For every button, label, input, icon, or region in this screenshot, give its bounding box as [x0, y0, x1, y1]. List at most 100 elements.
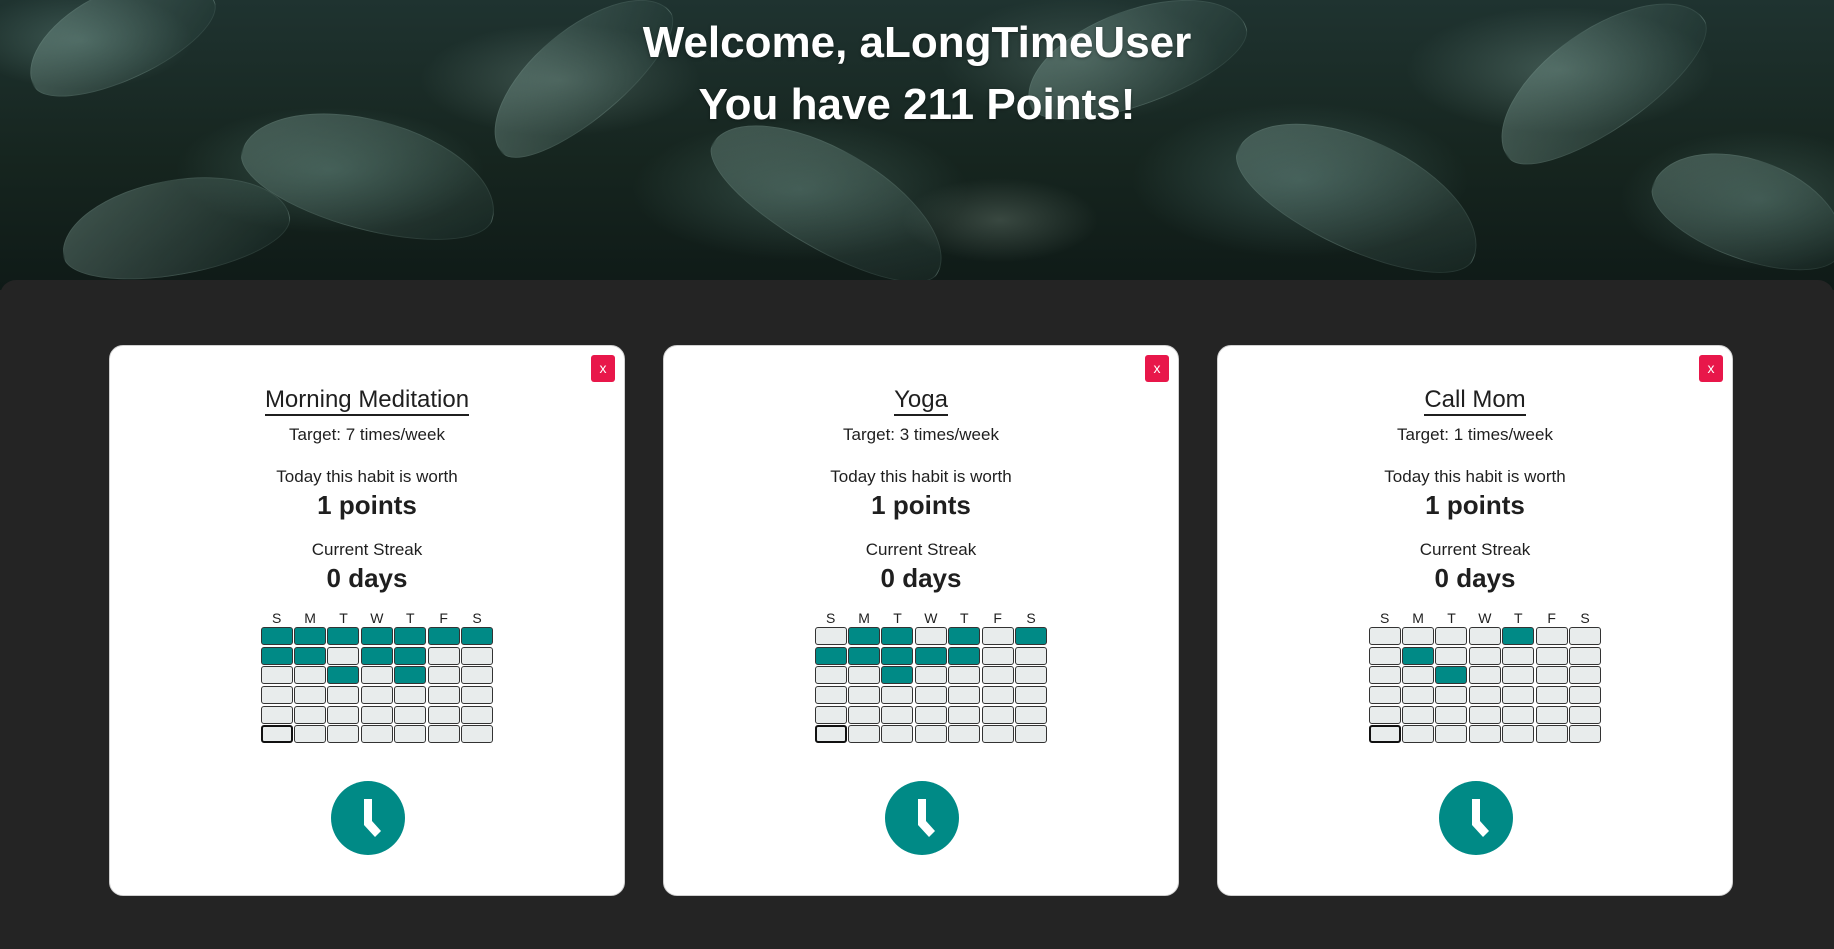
- calendar-day-cell[interactable]: [1435, 725, 1468, 744]
- calendar-day-cell[interactable]: [1468, 627, 1501, 645]
- calendar-day-cell[interactable]: [848, 627, 881, 645]
- calendar-day-cell[interactable]: [427, 627, 460, 645]
- calendar-day-cell[interactable]: [1568, 705, 1601, 724]
- calendar-day-cell[interactable]: [814, 646, 847, 665]
- calendar-day-cell[interactable]: [1014, 646, 1047, 665]
- calendar-day-cell[interactable]: [394, 646, 427, 665]
- calendar-day-cell[interactable]: [460, 646, 493, 665]
- calendar-day-cell[interactable]: [1402, 686, 1435, 705]
- calendar-day-cell[interactable]: [260, 666, 293, 685]
- calendar-day-cell[interactable]: [881, 627, 914, 645]
- calendar-day-cell[interactable]: [1468, 686, 1501, 705]
- calendar-day-cell[interactable]: [1502, 646, 1535, 665]
- calendar-day-cell[interactable]: [460, 725, 493, 744]
- calendar-day-cell[interactable]: [394, 686, 427, 705]
- calendar-day-cell[interactable]: [1502, 705, 1535, 724]
- calendar-day-cell[interactable]: [1535, 725, 1568, 744]
- calendar-day-cell[interactable]: [1468, 666, 1501, 685]
- calendar-day-cell[interactable]: [848, 725, 881, 744]
- calendar-day-cell[interactable]: [1402, 646, 1435, 665]
- calendar-day-cell[interactable]: [260, 627, 293, 645]
- checkin-button[interactable]: [331, 781, 405, 855]
- calendar-day-cell[interactable]: [881, 666, 914, 685]
- calendar-day-cell[interactable]: [981, 627, 1014, 645]
- calendar-day-cell[interactable]: [914, 725, 947, 744]
- calendar-day-cell[interactable]: [881, 705, 914, 724]
- calendar-day-cell[interactable]: [1535, 666, 1568, 685]
- calendar-day-cell[interactable]: [460, 705, 493, 724]
- calendar-day-cell[interactable]: [294, 686, 327, 705]
- delete-habit-button[interactable]: x: [1145, 355, 1169, 382]
- calendar-day-cell[interactable]: [1402, 627, 1435, 645]
- calendar-day-cell[interactable]: [881, 646, 914, 665]
- calendar-day-cell[interactable]: [1568, 646, 1601, 665]
- calendar-day-cell[interactable]: [327, 646, 360, 665]
- calendar-day-cell[interactable]: [981, 646, 1014, 665]
- calendar-day-cell[interactable]: [1568, 725, 1601, 744]
- calendar-day-cell[interactable]: [1535, 705, 1568, 724]
- calendar-day-cell[interactable]: [460, 627, 493, 645]
- checkin-button[interactable]: [885, 781, 959, 855]
- calendar-day-cell[interactable]: [848, 666, 881, 685]
- calendar-day-cell[interactable]: [1502, 627, 1535, 645]
- calendar-day-cell[interactable]: [327, 686, 360, 705]
- calendar-day-cell[interactable]: [394, 627, 427, 645]
- calendar-day-cell[interactable]: [848, 646, 881, 665]
- calendar-day-cell[interactable]: [814, 725, 847, 744]
- calendar-day-cell[interactable]: [948, 646, 981, 665]
- calendar-day-cell[interactable]: [1014, 725, 1047, 744]
- calendar-day-cell[interactable]: [260, 686, 293, 705]
- calendar-day-cell[interactable]: [1435, 705, 1468, 724]
- calendar-day-cell[interactable]: [260, 705, 293, 724]
- calendar-day-cell[interactable]: [1368, 646, 1401, 665]
- calendar-day-cell[interactable]: [1368, 666, 1401, 685]
- calendar-day-cell[interactable]: [1435, 627, 1468, 645]
- calendar-day-cell[interactable]: [460, 686, 493, 705]
- calendar-day-cell[interactable]: [914, 646, 947, 665]
- calendar-day-cell[interactable]: [981, 725, 1014, 744]
- calendar-day-cell[interactable]: [948, 627, 981, 645]
- calendar-day-cell[interactable]: [914, 627, 947, 645]
- calendar-day-cell[interactable]: [948, 686, 981, 705]
- habit-title-text[interactable]: Morning Meditation: [264, 386, 470, 416]
- calendar-day-cell[interactable]: [394, 705, 427, 724]
- calendar-day-cell[interactable]: [1502, 666, 1535, 685]
- calendar-day-cell[interactable]: [848, 686, 881, 705]
- calendar-day-cell[interactable]: [948, 705, 981, 724]
- calendar-day-cell[interactable]: [394, 725, 427, 744]
- calendar-day-cell[interactable]: [948, 666, 981, 685]
- calendar-day-cell[interactable]: [814, 627, 847, 645]
- checkin-button[interactable]: [1439, 781, 1513, 855]
- calendar-day-cell[interactable]: [1535, 646, 1568, 665]
- calendar-day-cell[interactable]: [327, 705, 360, 724]
- calendar-day-cell[interactable]: [1568, 686, 1601, 705]
- calendar-day-cell[interactable]: [294, 725, 327, 744]
- calendar-day-cell[interactable]: [814, 666, 847, 685]
- delete-habit-button[interactable]: x: [591, 355, 615, 382]
- calendar-day-cell[interactable]: [360, 646, 393, 665]
- calendar-day-cell[interactable]: [1402, 725, 1435, 744]
- calendar-day-cell[interactable]: [848, 705, 881, 724]
- calendar-day-cell[interactable]: [981, 686, 1014, 705]
- calendar-day-cell[interactable]: [1368, 705, 1401, 724]
- calendar-day-cell[interactable]: [360, 705, 393, 724]
- calendar-day-cell[interactable]: [1014, 666, 1047, 685]
- calendar-day-cell[interactable]: [1402, 705, 1435, 724]
- calendar-day-cell[interactable]: [981, 705, 1014, 724]
- calendar-day-cell[interactable]: [427, 646, 460, 665]
- calendar-day-cell[interactable]: [914, 705, 947, 724]
- calendar-day-cell[interactable]: [914, 666, 947, 685]
- calendar-day-cell[interactable]: [360, 627, 393, 645]
- calendar-day-cell[interactable]: [294, 627, 327, 645]
- calendar-day-cell[interactable]: [814, 705, 847, 724]
- calendar-day-cell[interactable]: [427, 686, 460, 705]
- calendar-day-cell[interactable]: [360, 686, 393, 705]
- calendar-day-cell[interactable]: [294, 646, 327, 665]
- calendar-day-cell[interactable]: [1568, 666, 1601, 685]
- calendar-day-cell[interactable]: [427, 725, 460, 744]
- calendar-day-cell[interactable]: [1502, 686, 1535, 705]
- calendar-day-cell[interactable]: [1468, 725, 1501, 744]
- calendar-day-cell[interactable]: [1535, 627, 1568, 645]
- calendar-day-cell[interactable]: [1014, 705, 1047, 724]
- calendar-day-cell[interactable]: [1368, 725, 1401, 744]
